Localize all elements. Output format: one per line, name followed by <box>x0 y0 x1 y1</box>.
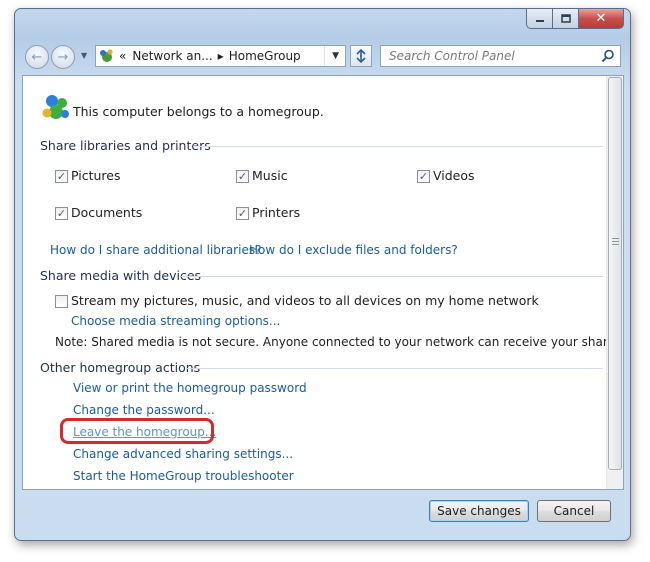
checkbox-label-printers[interactable]: Printers <box>252 205 300 220</box>
section-title-share-media: Share media with devices <box>40 268 202 283</box>
checkbox-label-documents[interactable]: Documents <box>71 205 142 220</box>
caption-buttons: ✕ <box>526 9 624 29</box>
link-share-additional-libraries[interactable]: How do I share additional libraries? <box>50 243 261 257</box>
vertical-scrollbar[interactable] <box>606 76 623 489</box>
scrollbar-thumb[interactable] <box>608 77 622 470</box>
search-input[interactable] <box>381 46 591 66</box>
link-change-password[interactable]: Change the password... <box>73 403 215 417</box>
checkbox-label-music[interactable]: Music <box>252 168 288 183</box>
address-dropdown-icon[interactable]: ▼ <box>332 51 339 61</box>
checkbox-label-pictures[interactable]: Pictures <box>71 168 121 183</box>
checkbox-label-videos[interactable]: Videos <box>433 168 475 183</box>
link-homegroup-troubleshooter[interactable]: Start the HomeGroup troubleshooter <box>73 469 294 483</box>
checkbox-stream-media[interactable] <box>55 295 68 308</box>
cancel-button[interactable]: Cancel <box>537 500 611 522</box>
back-button[interactable]: ← <box>25 45 49 69</box>
maximize-icon <box>560 14 571 23</box>
back-arrow-icon: ← <box>31 49 43 65</box>
check-icon: ✓ <box>56 170 67 183</box>
homegroup-icon <box>42 95 69 119</box>
link-view-print-password[interactable]: View or print the homegroup password <box>73 381 307 395</box>
link-advanced-sharing-settings[interactable]: Change advanced sharing settings... <box>73 447 293 461</box>
checkbox-documents[interactable]: ✓ <box>55 207 68 220</box>
address-overflow-chevron[interactable]: « <box>119 49 126 63</box>
forward-button[interactable]: → <box>51 45 75 69</box>
recent-pages-dropdown-icon[interactable]: ▼ <box>81 51 87 60</box>
section-title-other-actions: Other homegroup actions <box>40 360 201 375</box>
address-divider <box>324 46 325 66</box>
scrollbar-grip-icon <box>612 238 619 247</box>
homegroup-status-text: This computer belongs to a homegroup. <box>73 104 324 119</box>
save-changes-button[interactable]: Save changes <box>429 500 529 522</box>
breadcrumb-homegroup[interactable]: HomeGroup <box>229 49 301 63</box>
check-icon: ✓ <box>237 170 248 183</box>
section-divider <box>181 276 603 277</box>
search-icon[interactable] <box>601 49 615 63</box>
checkbox-pictures[interactable]: ✓ <box>55 170 68 183</box>
checkbox-printers[interactable]: ✓ <box>236 207 249 220</box>
check-icon: ✓ <box>56 207 67 220</box>
highlight-annotation <box>60 418 214 444</box>
maximize-button[interactable] <box>553 9 579 29</box>
check-icon: ✓ <box>418 170 429 183</box>
check-icon: ✓ <box>237 207 248 220</box>
checkbox-videos[interactable]: ✓ <box>417 170 430 183</box>
shared-media-note: Note: Shared media is not secure. Anyone… <box>55 335 624 349</box>
control-panel-icon <box>99 48 115 64</box>
section-divider <box>186 368 603 369</box>
link-media-streaming-options[interactable]: Choose media streaming options... <box>71 314 280 328</box>
minimize-icon <box>535 19 544 22</box>
homegroup-settings-panel: This computer belongs to a homegroup. Sh… <box>22 75 624 490</box>
close-icon: ✕ <box>595 11 607 26</box>
forward-arrow-icon: → <box>57 49 69 65</box>
control-panel-window: ✕ ← → ▼ « Network an... ▸ HomeGroup ▼ Se… <box>14 8 631 541</box>
section-title-share-libraries: Share libraries and printers <box>40 138 211 153</box>
minimize-button[interactable] <box>526 9 553 29</box>
refresh-icon <box>356 49 366 63</box>
section-divider <box>193 146 603 147</box>
search-box[interactable] <box>380 45 621 67</box>
breadcrumb-separator-icon[interactable]: ▸ <box>218 49 224 63</box>
address-bar[interactable]: « Network an... ▸ HomeGroup ▼ <box>95 45 346 67</box>
checkbox-music[interactable]: ✓ <box>236 170 249 183</box>
breadcrumb-network[interactable]: Network an... <box>132 49 212 63</box>
refresh-button[interactable] <box>350 45 372 67</box>
checkbox-label-stream-media[interactable]: Stream my pictures, music, and videos to… <box>71 293 539 308</box>
close-button[interactable]: ✕ <box>579 9 624 29</box>
link-exclude-files-folders[interactable]: How do I exclude files and folders? <box>249 243 458 257</box>
